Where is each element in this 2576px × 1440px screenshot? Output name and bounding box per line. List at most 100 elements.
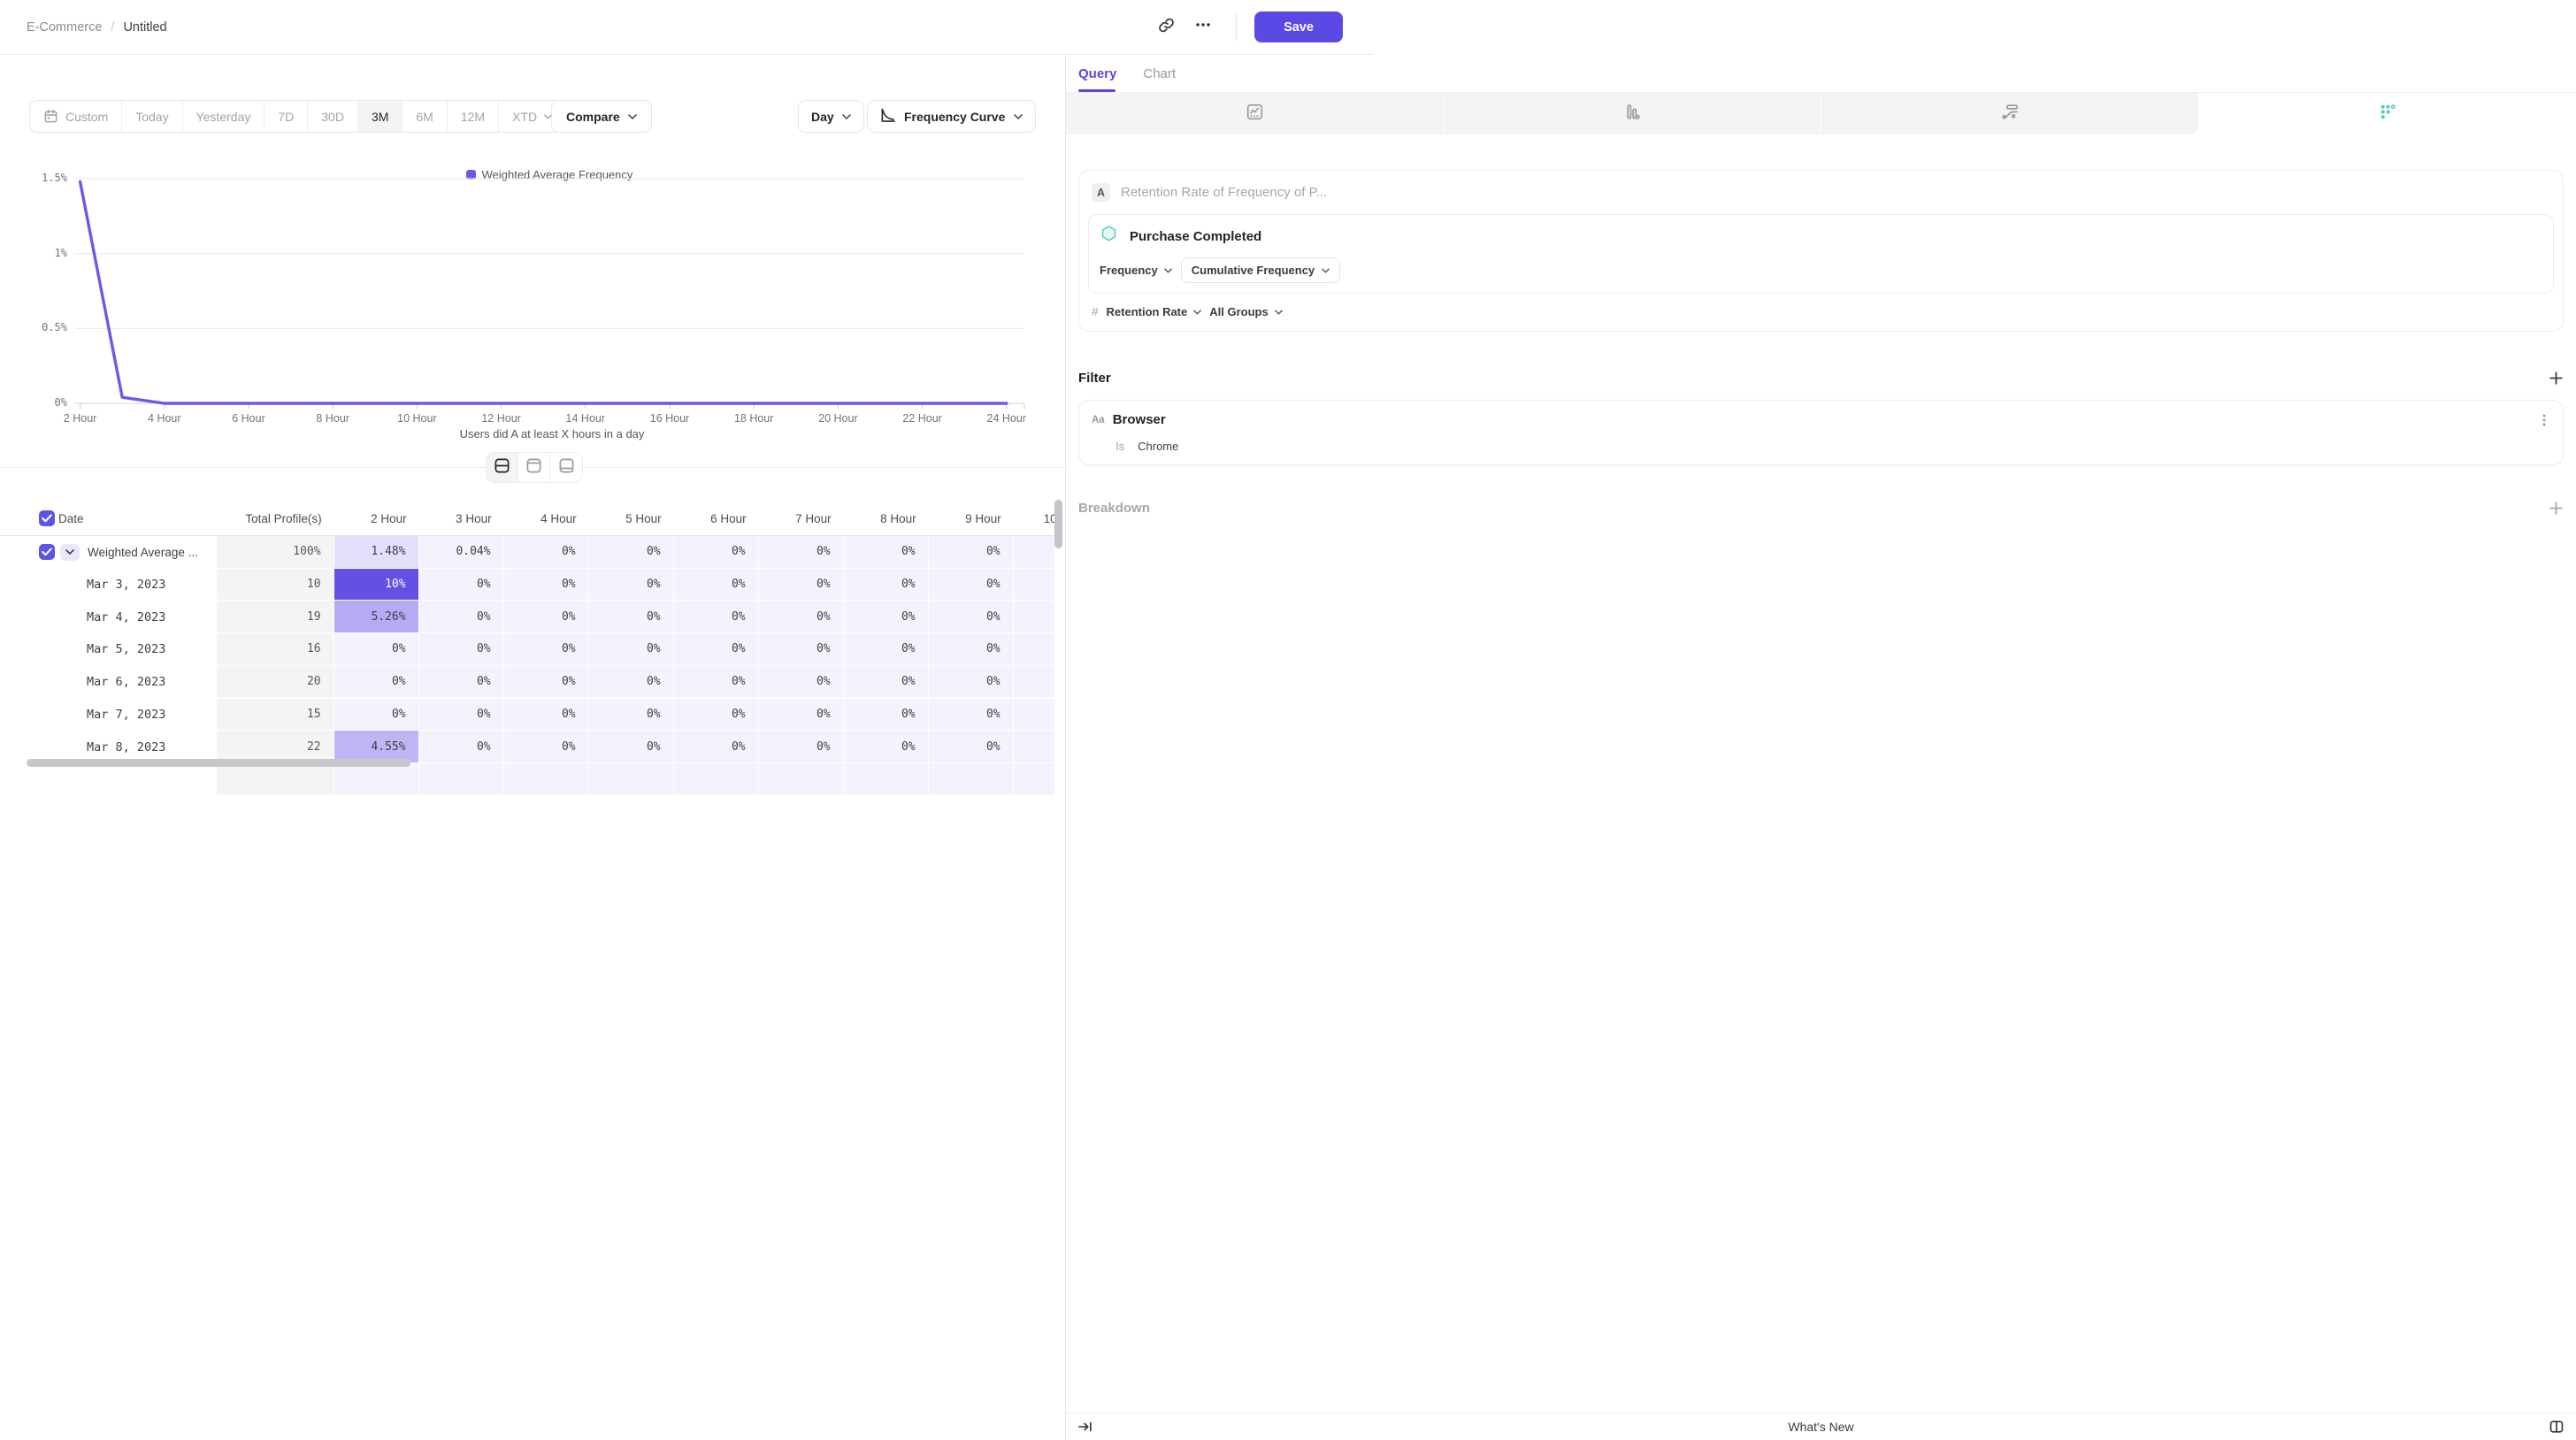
total-profiles-cell[interactable]: 10 (217, 569, 334, 601)
more-options-button[interactable] (1188, 12, 1218, 42)
retention-cell[interactable]: 0% (334, 699, 418, 731)
measure-dropdown[interactable]: Retention Rate (1107, 305, 1202, 318)
step-title[interactable]: Retention Rate of Frequency of P... (1121, 185, 1327, 200)
retention-cell[interactable]: 0% (674, 699, 758, 731)
add-filter-button[interactable] (2549, 371, 2564, 386)
retention-cell[interactable]: 0% (844, 569, 928, 601)
retention-cell[interactable] (844, 763, 928, 795)
retention-cell[interactable]: 0% (589, 569, 673, 601)
range-30d[interactable]: 30D (308, 101, 358, 132)
chart-legend[interactable]: Weighted Average Frequency (74, 168, 1024, 181)
retention-cell[interactable]: 0% (844, 536, 928, 568)
retention-cell[interactable] (589, 763, 673, 795)
layout-table-only-button[interactable] (550, 453, 582, 482)
retention-cell[interactable]: 0% (674, 536, 758, 568)
tab-funnels[interactable] (1443, 93, 1821, 134)
collapse-sidebar-button[interactable] (1077, 1420, 1093, 1434)
select-all-checkbox[interactable] (39, 510, 55, 526)
retention-cell[interactable] (1014, 763, 1054, 795)
retention-cell[interactable]: 0% (674, 731, 758, 762)
filter-value[interactable]: Chrome (1138, 440, 1178, 453)
column-header-hour[interactable]: 9 Hour (929, 502, 1014, 535)
retention-cell[interactable]: 0% (589, 601, 673, 632)
column-header-total[interactable]: Total Profile(s) (217, 502, 334, 535)
range-custom[interactable]: Custom (30, 101, 122, 132)
retention-cell[interactable] (674, 763, 758, 795)
retention-cell[interactable] (504, 763, 588, 795)
retention-cell[interactable]: 0% (419, 699, 503, 731)
retention-cell[interactable]: 0% (589, 633, 673, 665)
retention-cell[interactable] (1014, 666, 1054, 698)
whats-new-link[interactable]: What's New (1066, 1420, 2576, 1434)
retention-cell[interactable]: 0% (419, 731, 503, 762)
range-yesterday[interactable]: Yesterday (183, 101, 265, 132)
retention-cell[interactable]: 0% (759, 536, 843, 568)
retention-cell[interactable]: 0.04% (419, 536, 503, 568)
retention-cell[interactable]: 0% (419, 666, 503, 698)
range-today[interactable]: Today (122, 101, 182, 132)
total-profiles-cell[interactable]: 15 (217, 699, 334, 731)
retention-cell[interactable]: 0% (844, 699, 928, 731)
tab-chart[interactable]: Chart (1143, 66, 1176, 81)
retention-cell[interactable]: 0% (929, 666, 1013, 698)
row-date[interactable]: Mar 5, 2023 (87, 633, 165, 666)
retention-cell[interactable]: 0% (929, 633, 1013, 665)
retention-cell[interactable] (1014, 633, 1054, 665)
retention-cell[interactable]: 0% (504, 666, 588, 698)
filter-property[interactable]: Browser (1113, 412, 1166, 427)
share-link-button[interactable] (1151, 12, 1181, 42)
total-profiles-cell[interactable]: 22 (217, 731, 334, 762)
total-profiles-cell[interactable] (217, 763, 334, 795)
retention-cell[interactable]: 0% (419, 601, 503, 632)
report-title[interactable]: Untitled (123, 20, 166, 34)
retention-cell[interactable]: 0% (504, 633, 588, 665)
chart-type-dropdown[interactable]: Frequency Curve (867, 100, 1036, 133)
add-breakdown-button[interactable] (2549, 501, 2564, 516)
retention-cell[interactable]: 0% (759, 731, 843, 762)
range-7d[interactable]: 7D (264, 101, 308, 132)
vertical-scrollbar[interactable] (1054, 500, 1062, 548)
column-header-hour[interactable]: 6 Hour (674, 502, 759, 535)
frequency-type-dropdown[interactable]: Cumulative Frequency (1181, 257, 1340, 283)
retention-cell[interactable]: 0% (929, 601, 1013, 632)
total-profiles-cell[interactable]: 19 (217, 601, 334, 632)
compare-button[interactable]: Compare (551, 100, 652, 133)
retention-cell[interactable]: 0% (674, 601, 758, 632)
retention-cell[interactable] (1014, 536, 1054, 568)
row-date[interactable]: Mar 6, 2023 (87, 666, 165, 699)
retention-cell[interactable]: 0% (589, 536, 673, 568)
column-header-hour[interactable]: 10 Hour (1014, 502, 1054, 535)
retention-cell[interactable]: 0% (759, 601, 843, 632)
row-checkbox[interactable] (39, 544, 55, 560)
retention-cell[interactable]: 0% (334, 633, 418, 665)
total-profiles-cell[interactable]: 16 (217, 633, 334, 665)
row-date[interactable]: Mar 4, 2023 (87, 601, 165, 633)
tab-query[interactable]: Query (1078, 66, 1116, 81)
retention-cell[interactable]: 0% (929, 569, 1013, 601)
breadcrumb-project[interactable]: E-Commerce (27, 20, 102, 34)
retention-cell[interactable]: 0% (504, 601, 588, 632)
retention-cell[interactable]: 0% (589, 731, 673, 762)
save-button[interactable]: Save (1254, 11, 1343, 42)
retention-cell[interactable]: 0% (929, 699, 1013, 731)
total-profiles-cell[interactable]: 20 (217, 666, 334, 698)
row-date[interactable]: Mar 7, 2023 (87, 699, 165, 731)
retention-cell[interactable]: 0% (589, 699, 673, 731)
range-6m[interactable]: 6M (402, 101, 447, 132)
retention-cell[interactable]: 0% (759, 666, 843, 698)
range-12m[interactable]: 12M (448, 101, 499, 132)
column-header-hour[interactable]: 8 Hour (844, 502, 929, 535)
retention-cell[interactable] (759, 763, 843, 795)
filter-operator[interactable]: Is (1116, 440, 1124, 453)
retention-cell[interactable]: 0% (334, 666, 418, 698)
column-header-hour[interactable]: 5 Hour (589, 502, 674, 535)
retention-cell[interactable]: 0% (929, 731, 1013, 762)
panel-layout-button[interactable] (2549, 1419, 2564, 1435)
granularity-dropdown[interactable]: Day (798, 100, 864, 133)
row-date[interactable]: Mar 3, 2023 (87, 569, 165, 601)
filter-options-button[interactable] (2538, 413, 2550, 427)
group-dropdown[interactable]: All Groups (1209, 305, 1282, 318)
retention-cell[interactable] (929, 763, 1013, 795)
column-header-hour[interactable]: 7 Hour (759, 502, 844, 535)
retention-cell[interactable]: 0% (419, 569, 503, 601)
